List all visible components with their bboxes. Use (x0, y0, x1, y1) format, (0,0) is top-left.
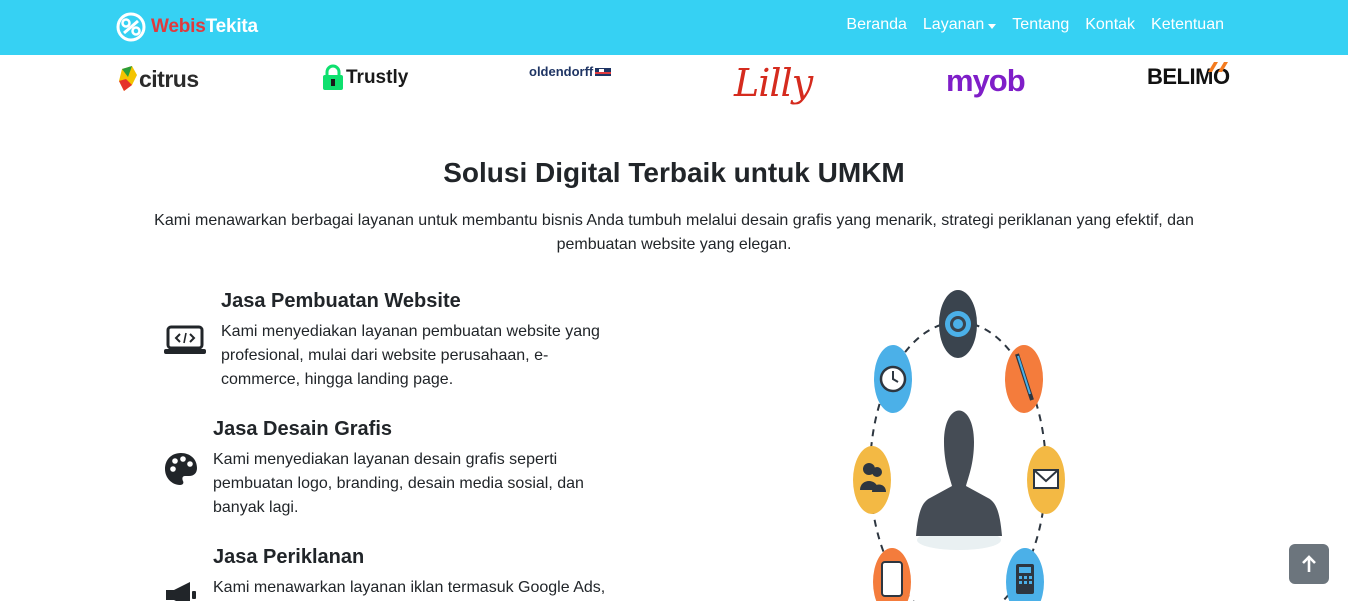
nav-link-ketentuan[interactable]: Ketentuan (1151, 16, 1224, 34)
section-description: Kami menawarkan berbagai layanan untuk m… (154, 212, 1194, 253)
calculator-icon (1006, 548, 1044, 601)
partner-logos: citrus Trustly oldendorff Lilly myob BEL… (0, 55, 1348, 117)
pen-icon (1005, 345, 1043, 413)
service-title-website: Jasa Pembuatan Website (221, 290, 461, 312)
belimo-mark-icon (1207, 62, 1228, 72)
service-text-design: Kami menyediakan layanan desain grafis s… (213, 451, 584, 516)
clock-icon (874, 345, 912, 413)
nav-dropdown-layanan[interactable]: Layanan (922, 16, 997, 34)
partner-name-citrus: citrus (139, 65, 199, 92)
partner-name-lilly: Lilly (734, 61, 813, 105)
lock-icon (323, 64, 343, 90)
partner-name-oldendorff: oldendorff (529, 64, 594, 79)
navbar: Webis Tekita Beranda Layanan Tentang Kon… (0, 0, 1348, 55)
citrus-mark-icon (119, 66, 137, 91)
partner-logo-belimo: BELIMO (1147, 62, 1230, 90)
nav-link-layanan-label: Layanan (922, 16, 985, 33)
digital-services-illustration (853, 290, 1065, 601)
ship-flag-icon (595, 67, 612, 76)
partner-name-trustly: Trustly (346, 66, 409, 88)
section-title: Solusi Digital Terbaik untuk UMKM (443, 157, 905, 188)
partner-logo-citrus: citrus (118, 65, 199, 93)
nav-link-tentang[interactable]: Tentang (1012, 16, 1069, 34)
arrow-up-icon (1302, 555, 1316, 572)
users-icon (853, 446, 891, 514)
chevron-down-icon (988, 23, 997, 29)
partner-logo-myob: myob (946, 63, 1026, 99)
laptop-code-icon (164, 325, 206, 354)
brand-name-part1: Webis (151, 16, 206, 37)
nav-menu: Beranda Layanan Tentang Kontak Ketentuan (846, 16, 1224, 34)
mail-icon (1027, 446, 1065, 514)
partner-logo-lilly: Lilly (734, 61, 813, 105)
megaphone-icon (166, 582, 196, 601)
gear-icon (939, 290, 977, 358)
service-text-website: Kami menyediakan layanan pembuatan websi… (221, 323, 600, 388)
partner-name-myob: myob (946, 63, 1026, 98)
service-text-ads: Kami menawarkan layanan iklan termasuk G… (213, 579, 606, 596)
back-to-top-button[interactable] (1289, 544, 1329, 584)
nav-link-beranda[interactable]: Beranda (846, 16, 907, 34)
partner-logo-oldendorff: oldendorff (529, 64, 612, 79)
nav-link-kontak[interactable]: Kontak (1085, 16, 1135, 34)
brand-logo-icon (116, 12, 146, 42)
service-title-design: Jasa Desain Grafis (213, 418, 392, 440)
smartphone-icon (873, 548, 911, 601)
palette-icon (165, 453, 197, 485)
brand-name-part2: Tekita (205, 16, 259, 37)
partner-logo-trustly: Trustly (322, 64, 408, 91)
brand-link[interactable]: Webis Tekita (116, 11, 258, 43)
person-silhouette (916, 410, 1002, 536)
service-title-ads: Jasa Periklanan (213, 546, 365, 568)
